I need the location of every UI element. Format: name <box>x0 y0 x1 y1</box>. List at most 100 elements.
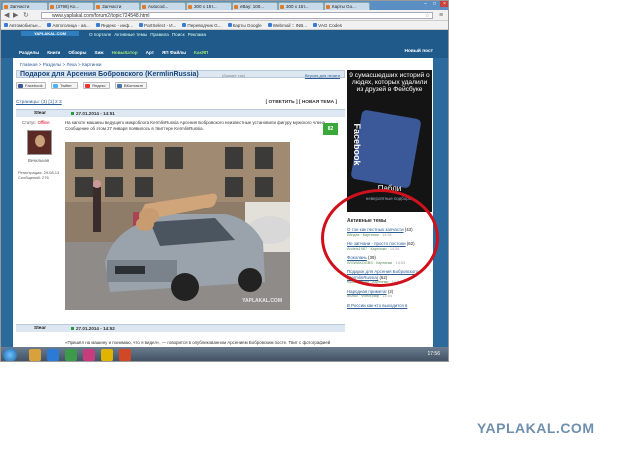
topic-user[interactable]: оВлоз <box>347 294 358 298</box>
media-icon[interactable] <box>65 349 77 361</box>
chrome-icon[interactable] <box>101 349 113 361</box>
topic-link[interactable]: В России как-кто выходится в <box>347 303 407 308</box>
bookmark-icon <box>47 23 52 27</box>
browser-tab[interactable]: Карты Go... <box>324 2 370 10</box>
bookmark-item[interactable]: PartSelect - И... <box>139 23 176 28</box>
bookmark-icon <box>139 23 144 27</box>
office-icon[interactable] <box>119 349 131 361</box>
pagination[interactable]: Страницы: (3) [1] 2 3 <box>16 100 62 105</box>
bookmark-item[interactable]: VAG Codes <box>313 23 342 28</box>
browser-tab[interactable]: (3798) Ко... <box>48 2 94 10</box>
reload-icon[interactable]: ↻ <box>23 12 29 19</box>
share-facebook-button[interactable]: Facebook <box>16 82 46 89</box>
tab-bar: Запчасти (3798) Ко... Запчасти Autocod..… <box>1 1 448 170</box>
favicon-icon <box>234 5 238 9</box>
status-value: Offline <box>37 120 50 125</box>
ad-facebook-text: Facebook <box>352 123 363 166</box>
taskbar-clock[interactable]: 17:56 <box>427 351 440 357</box>
tab-label: (3798) Ко... <box>56 4 80 9</box>
minimize-icon[interactable]: – <box>421 1 430 7</box>
breadcrumb[interactable]: Главная > Разделы > Леха > Картинки <box>20 62 101 67</box>
bookmark-item[interactable]: Автомобильн... <box>4 23 41 28</box>
start-button-icon[interactable] <box>3 348 17 361</box>
bookmark-item[interactable]: Переводчик G... <box>182 23 222 28</box>
menu-icon[interactable]: ≡ <box>439 12 443 19</box>
post-author[interactable]: Stear <box>34 326 46 331</box>
address-bar: ◀ ▶ ↻ www.yaplakal.com/forum2/topic72454… <box>1 10 448 21</box>
bookmark-label: Автомобильн... <box>9 22 42 28</box>
top-link[interactable]: Реклама <box>188 32 206 37</box>
new-post-button[interactable]: Новый пост <box>404 49 433 54</box>
back-icon[interactable]: ◀ <box>4 12 9 19</box>
top-link[interactable]: Поиск <box>172 32 185 37</box>
ad-text: 9 сумасшедших историй о людях, которых у… <box>349 72 430 93</box>
top-link[interactable]: Правила <box>150 32 169 37</box>
menu-item[interactable]: КакЯП <box>194 50 208 55</box>
active-topic-item: Народная примета! (2) оВлоз · Фонограф ·… <box>347 289 433 300</box>
share-yandex-button[interactable]: Яндекс <box>83 82 110 89</box>
menu-item[interactable]: НовыКатор <box>112 50 138 55</box>
browser-tab[interactable]: 300 x 15т... <box>186 2 232 10</box>
forward-icon[interactable]: ▶ <box>13 12 18 19</box>
bookmark-label: Webmail :: INB... <box>272 22 308 28</box>
tab-label: 300 x 15т... <box>286 4 309 9</box>
yandex-icon <box>85 84 90 88</box>
menu-item[interactable]: Разделы <box>19 50 39 55</box>
url-input[interactable]: www.yaplakal.com/forum2/topic724548.html… <box>41 12 433 19</box>
tab-label: 300 x 15т... <box>194 4 217 9</box>
browser-tab[interactable]: Autocod... <box>140 2 186 10</box>
print-link[interactable]: Версия для печати <box>305 73 340 78</box>
browser-tab[interactable]: eBay: 100... <box>232 2 278 10</box>
menu-item[interactable]: Хиж <box>94 50 103 55</box>
bookmark-item[interactable]: Webmail :: INB... <box>267 22 308 28</box>
bookmark-item[interactable]: Яндекс - инф... <box>95 23 133 28</box>
user-message-count: Сообщений: 276 <box>18 175 49 180</box>
browser-tab[interactable]: 300 x 15т... <box>278 2 324 10</box>
top-link[interactable]: О портале <box>89 32 111 37</box>
topic-title-bar: Подарок для Арсения Бобровского (Kermlin… <box>16 70 345 78</box>
maximize-icon[interactable]: □ <box>430 1 439 7</box>
post-rating[interactable]: 82 <box>323 123 338 135</box>
share-twitter-button[interactable]: Twitter <box>51 82 78 89</box>
bookmark-item[interactable]: Автоголица - ав... <box>47 22 90 28</box>
topic-link[interactable]: Народная примета! <box>347 289 387 294</box>
topic-time: 14:54 <box>382 294 392 298</box>
post-photo[interactable]: YAPLAKAL.COM <box>65 142 290 310</box>
explorer-icon[interactable] <box>29 349 41 361</box>
bookmark-label: Автоголица - ав... <box>52 22 90 28</box>
avatar[interactable] <box>27 130 52 155</box>
browser-tab[interactable]: Запчасти <box>2 2 48 10</box>
close-icon[interactable]: × <box>440 1 448 7</box>
bookmark-label: VAG Codes <box>318 22 343 28</box>
share-vk-button[interactable]: ВКонтакте <box>115 82 147 89</box>
title-subtitle: (бывает так) <box>222 73 245 78</box>
browser-tab[interactable]: Запчасти <box>94 2 140 10</box>
ie-icon[interactable] <box>47 349 59 361</box>
topic-section[interactable]: Фонограф <box>361 294 379 298</box>
topic-meta: оВлоз · Фонограф · 14:54 <box>347 294 392 298</box>
bookmark-label: Карты Google <box>232 22 262 28</box>
post-date: 27.01.2014 - 14:51 <box>71 111 115 116</box>
menu-item[interactable]: Арт <box>146 50 154 55</box>
site-header: YAPLAKAL.COM О портале Активные темы Пра… <box>1 30 448 58</box>
menu-item[interactable]: ЯП Файлы <box>162 50 186 55</box>
bookmarks-bar: Автомобильн... Автоголица - ав... Яндекс… <box>1 21 448 30</box>
facebook-icon <box>18 84 23 88</box>
menu-item[interactable]: Книги <box>47 50 60 55</box>
tab-label: eBay: 100... <box>240 4 265 9</box>
opera-icon[interactable] <box>83 349 95 361</box>
site-logo[interactable]: YAPLAKAL.COM <box>21 31 79 36</box>
menu-item[interactable]: Обзоры <box>68 50 86 55</box>
post-text: На капоте машины ведущего микроблога Ker… <box>65 120 327 131</box>
post-author[interactable]: Stear <box>34 111 46 116</box>
top-links: О портале Активные темы Правила Поиск Ре… <box>89 32 206 37</box>
tab-label: Запчасти <box>102 4 122 9</box>
bookmark-icon <box>267 23 272 27</box>
bookmark-item[interactable]: Карты Google <box>227 22 262 28</box>
windows-taskbar: 17:56 <box>1 347 448 361</box>
car-photo-image <box>65 142 290 310</box>
bookmark-star-icon[interactable]: ☆ <box>425 13 430 19</box>
yaplakal-watermark: YAPLAKAL.COM <box>477 420 595 436</box>
top-link[interactable]: Активные темы <box>114 32 147 37</box>
reply-buttons[interactable]: [ ОТВЕТИТЬ ] [ НОВАЯ ТЕМА ] <box>266 100 337 105</box>
